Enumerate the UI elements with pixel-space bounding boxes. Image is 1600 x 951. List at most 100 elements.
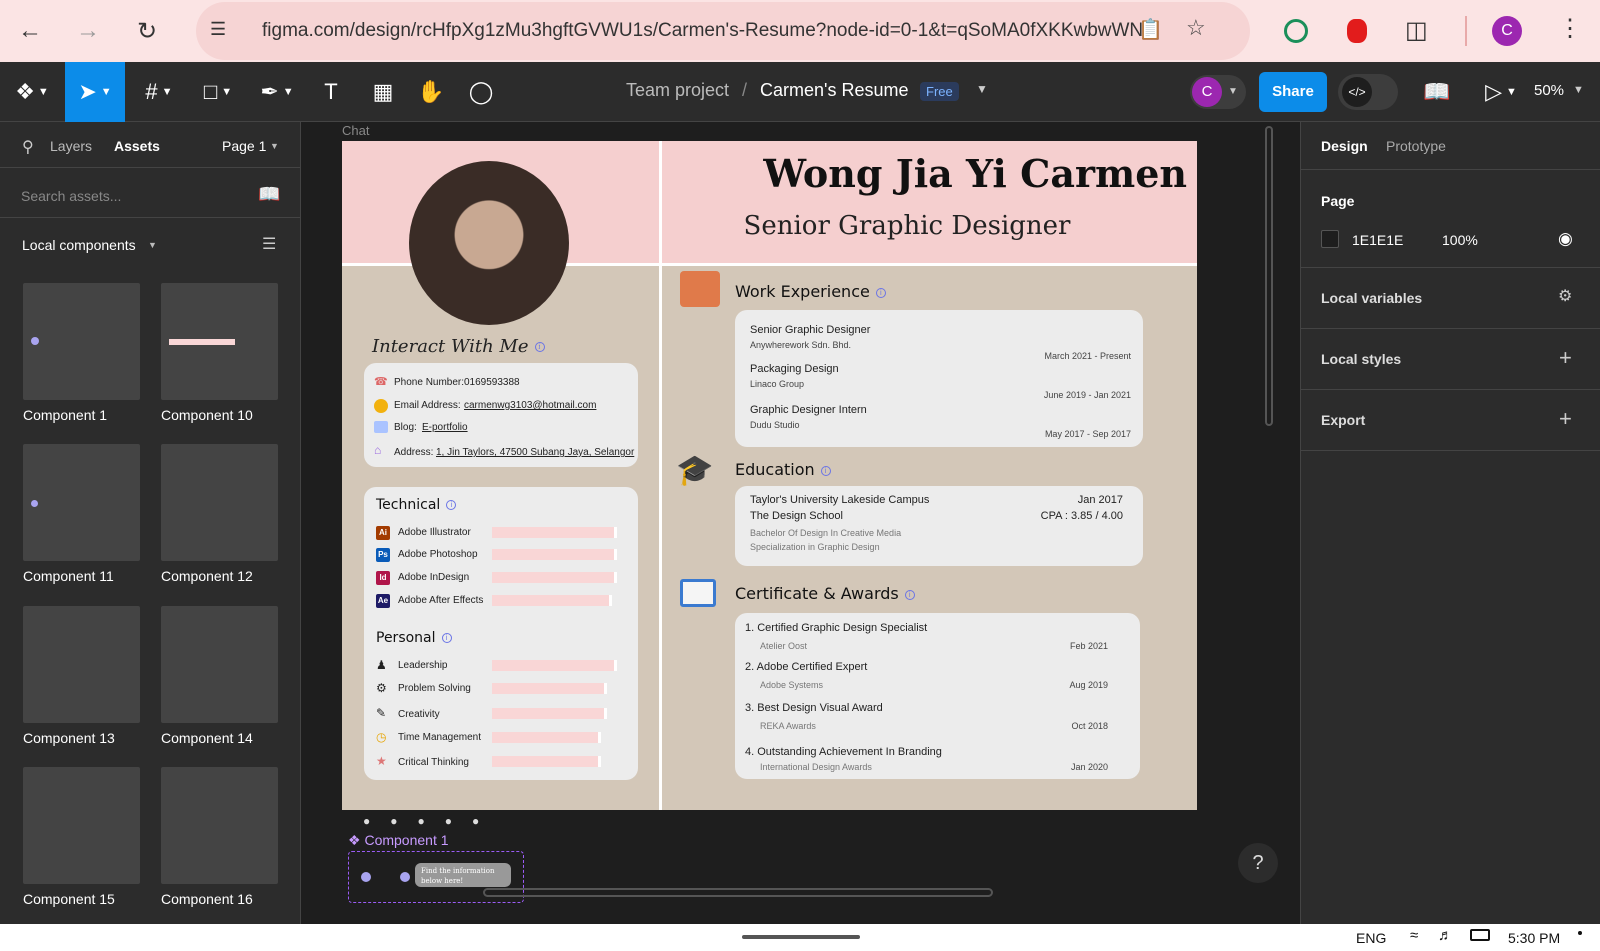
address-link[interactable]: 1, Jin Taylors, 47500 Subang Jaya, Selan… bbox=[436, 447, 634, 458]
info-dot-icon[interactable] bbox=[400, 872, 410, 882]
component-icon-row[interactable]: ● ● ● ● ● bbox=[363, 814, 479, 828]
local-components-header[interactable]: Local components bbox=[22, 237, 136, 253]
skill-bar bbox=[492, 660, 617, 671]
multiplayer-pill[interactable]: C ▼ bbox=[1190, 75, 1246, 109]
email-link[interactable]: carmenwg3103@hotmail.com bbox=[464, 400, 596, 411]
text-tool-icon[interactable]: T bbox=[314, 62, 348, 122]
component-thumbnail[interactable] bbox=[23, 606, 140, 723]
page-selector[interactable]: Page 1 bbox=[222, 138, 266, 154]
wifi-icon[interactable]: ≈ bbox=[1410, 927, 1418, 944]
search-assets-input[interactable]: Search assets... bbox=[21, 188, 241, 204]
local-variables-row[interactable]: Local variables ⚙ bbox=[1301, 268, 1600, 329]
cert-org: REKA Awards bbox=[760, 721, 816, 731]
component-thumbnail[interactable] bbox=[161, 767, 278, 884]
figma-main-menu-icon[interactable]: ❖ ▼ bbox=[10, 62, 54, 122]
language-indicator[interactable]: ENG bbox=[1356, 930, 1386, 946]
pen-tool-icon[interactable]: ✒ ▼ bbox=[255, 62, 299, 122]
clipboard-icon[interactable]: 📋 bbox=[1138, 17, 1163, 42]
info-icon[interactable]: i bbox=[534, 342, 545, 352]
page-opacity[interactable]: 100% bbox=[1442, 232, 1478, 248]
shape-tool-icon[interactable]: □ ▼ bbox=[196, 62, 240, 122]
clock[interactable]: 5:30 PM bbox=[1508, 930, 1560, 946]
adblock-extension-icon[interactable] bbox=[1347, 19, 1367, 43]
component-label: Component 16 bbox=[161, 891, 253, 907]
skill-label: Problem Solving bbox=[398, 683, 471, 694]
bookmark-star-icon[interactable]: ☆ bbox=[1186, 15, 1206, 41]
component-thumbnail[interactable] bbox=[161, 444, 278, 561]
add-plus-icon[interactable]: + bbox=[1559, 345, 1572, 371]
component-name-label[interactable]: ❖ Component 1 bbox=[348, 832, 449, 849]
library-book-icon[interactable]: 📖 bbox=[1420, 62, 1454, 122]
tab-assets[interactable]: Assets bbox=[114, 138, 160, 154]
skill-label: Adobe Illustrator bbox=[398, 527, 471, 538]
home-handle[interactable] bbox=[742, 935, 860, 939]
component-thumbnail[interactable] bbox=[161, 606, 278, 723]
add-plus-icon[interactable]: + bbox=[1559, 406, 1572, 432]
forward-icon[interactable]: → bbox=[70, 13, 106, 49]
extensions-puzzle-icon[interactable]: ◫ bbox=[1405, 16, 1428, 45]
chevron-down-icon[interactable]: ▼ bbox=[1573, 84, 1584, 96]
tab-prototype[interactable]: Prototype bbox=[1386, 138, 1446, 154]
list-view-icon[interactable]: ☰ bbox=[262, 234, 276, 254]
browser-menu-icon[interactable]: ⋮ bbox=[1558, 14, 1582, 43]
component-thumbnail[interactable] bbox=[23, 444, 140, 561]
graduation-cap-icon: 🎓 bbox=[676, 454, 714, 487]
present-play-icon[interactable]: ▷ ▼ bbox=[1476, 62, 1526, 122]
volume-icon[interactable]: ♬ bbox=[1438, 927, 1453, 944]
work-period: June 2019 - Jan 2021 bbox=[1043, 390, 1131, 400]
info-icon[interactable]: i bbox=[446, 500, 457, 510]
divider bbox=[0, 167, 300, 168]
local-styles-row[interactable]: Local styles + bbox=[1301, 329, 1600, 390]
page-color-swatch[interactable] bbox=[1321, 230, 1339, 248]
resume-frame[interactable]: Wong Jia Yi Carmen Senior Graphic Design… bbox=[342, 141, 1197, 810]
tab-layers[interactable]: Layers bbox=[50, 138, 92, 154]
component-thumbnail[interactable] bbox=[161, 283, 278, 400]
comment-tool-icon[interactable]: ◯ bbox=[464, 62, 498, 122]
move-tool-icon[interactable]: ➤ ▼ bbox=[65, 62, 125, 122]
hand-tool-icon[interactable]: ✋ bbox=[414, 62, 448, 122]
share-button[interactable]: Share bbox=[1259, 72, 1327, 112]
file-name[interactable]: Carmen's Resume bbox=[760, 80, 908, 101]
library-book-icon[interactable]: 📖 bbox=[258, 184, 280, 205]
export-row[interactable]: Export + bbox=[1301, 390, 1600, 451]
battery-icon[interactable] bbox=[1470, 929, 1490, 941]
component-thumbnail[interactable] bbox=[23, 767, 140, 884]
frame-tool-icon[interactable]: # ▼ bbox=[137, 62, 181, 122]
resources-icon[interactable]: ▦ bbox=[366, 62, 400, 122]
dev-mode-toggle[interactable]: </> bbox=[1338, 74, 1398, 110]
blog-link[interactable]: E-portfolio bbox=[422, 422, 468, 433]
address-bar[interactable]: ☰ figma.com/design/rcHfpXg1zMu3hgftGVWU1… bbox=[196, 2, 1250, 60]
reload-icon[interactable]: ↻ bbox=[129, 13, 165, 49]
design-canvas[interactable]: Chat Wong Jia Yi Carmen Senior Graphic D… bbox=[301, 122, 1300, 924]
eye-visibility-icon[interactable]: ◉ bbox=[1558, 229, 1573, 249]
vertical-scrollbar[interactable] bbox=[1265, 126, 1273, 426]
email-icon bbox=[374, 399, 388, 413]
info-icon[interactable]: i bbox=[875, 287, 886, 298]
tab-design[interactable]: Design bbox=[1321, 138, 1368, 154]
work-role: Graphic Designer Intern bbox=[750, 404, 867, 416]
problem-solving-icon: ⚙ bbox=[376, 681, 387, 695]
zoom-level[interactable]: 50% bbox=[1534, 82, 1564, 99]
info-icon[interactable]: i bbox=[820, 465, 831, 476]
chevron-down-icon[interactable]: ▼ bbox=[270, 141, 279, 151]
back-icon[interactable]: ← bbox=[12, 13, 48, 49]
contact-label: Address: bbox=[394, 447, 434, 458]
breadcrumb-team[interactable]: Team project bbox=[626, 80, 729, 101]
page-color-hex[interactable]: 1E1E1E bbox=[1352, 232, 1403, 248]
variables-adjust-icon[interactable]: ⚙ bbox=[1558, 286, 1572, 306]
frame-label[interactable]: Chat bbox=[342, 123, 369, 138]
work-company: Linaco Group bbox=[750, 379, 805, 389]
horizontal-scrollbar[interactable] bbox=[483, 888, 993, 897]
help-icon[interactable]: ? bbox=[1238, 843, 1278, 883]
cert-org: Adobe Systems bbox=[760, 680, 824, 690]
info-icon[interactable]: i bbox=[904, 589, 915, 600]
component-thumbnail[interactable] bbox=[23, 283, 140, 400]
grammar-extension-icon[interactable] bbox=[1284, 19, 1308, 43]
chevron-down-icon[interactable]: ▼ bbox=[148, 240, 157, 250]
info-icon[interactable]: i bbox=[441, 633, 452, 643]
site-settings-icon[interactable]: ☰ bbox=[210, 19, 226, 40]
chevron-down-icon[interactable]: ▼ bbox=[976, 82, 988, 96]
info-dot-icon[interactable] bbox=[361, 872, 371, 882]
local-styles-label: Local styles bbox=[1321, 351, 1402, 367]
profile-avatar[interactable]: C bbox=[1492, 16, 1522, 46]
